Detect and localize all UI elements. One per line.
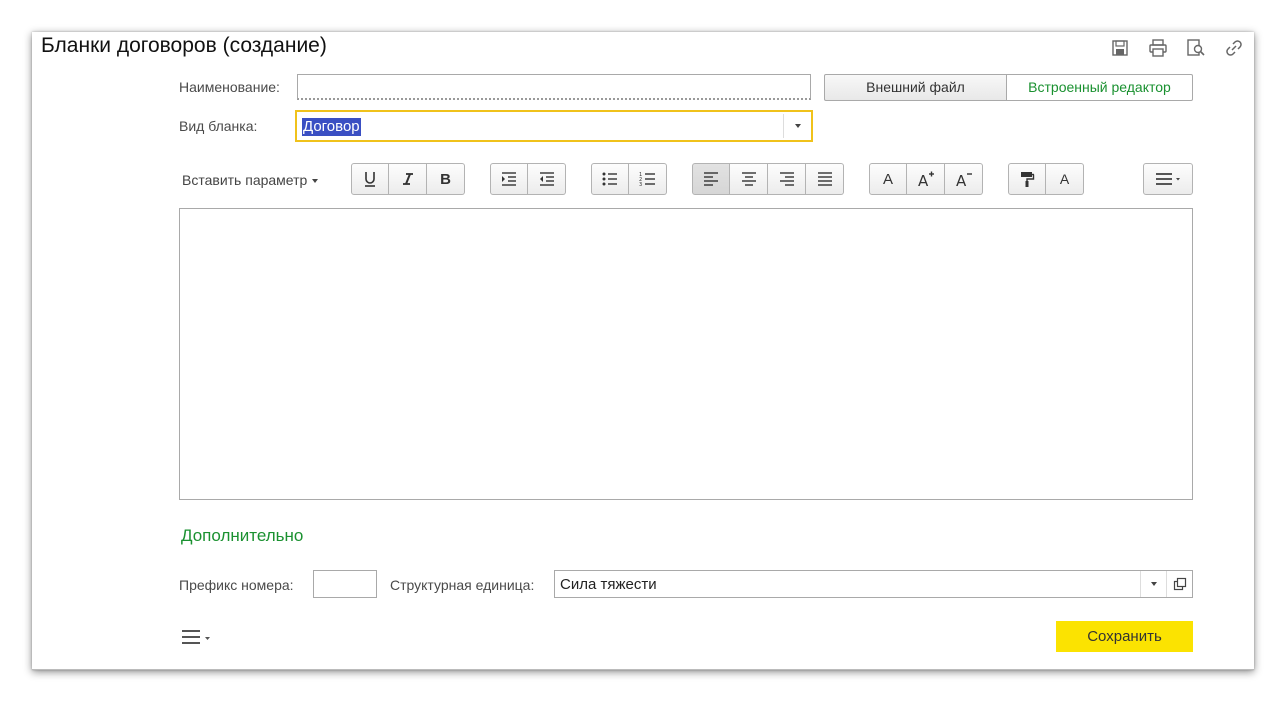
prefix-input[interactable] — [313, 570, 377, 598]
bullet-list-icon — [602, 172, 617, 186]
indent-increase-icon — [502, 172, 516, 186]
format-toolbar: Вставить параметр B 123 A A A A — [32, 163, 1254, 197]
font-increase-icon: A — [918, 171, 934, 188]
align-group — [692, 163, 844, 195]
italic-button[interactable] — [389, 163, 427, 195]
hamburger-menu-icon — [1156, 173, 1180, 185]
insert-parameter-menu[interactable]: Вставить параметр — [182, 172, 319, 188]
open-window-icon — [1173, 577, 1186, 591]
indent-decrease-icon — [539, 172, 554, 186]
print-icon[interactable] — [1148, 38, 1168, 58]
window-title: Бланки договоров (создание) — [41, 34, 327, 57]
window-actions — [1110, 38, 1244, 58]
increase-indent-button[interactable] — [490, 163, 528, 195]
link-icon[interactable] — [1224, 38, 1244, 58]
chevron-down-icon — [312, 179, 319, 184]
italic-icon — [402, 173, 413, 185]
font-icon: A — [882, 170, 893, 188]
font-decrease-button[interactable]: A — [945, 163, 983, 195]
name-input[interactable] — [297, 74, 811, 100]
svg-text:3: 3 — [639, 182, 642, 187]
color-group: A — [1008, 163, 1084, 195]
kind-select[interactable]: Договор — [295, 110, 813, 142]
indent-group — [490, 163, 566, 195]
name-label: Наименование: — [179, 79, 280, 95]
font-button[interactable]: A — [869, 163, 907, 195]
align-center-icon — [741, 172, 756, 186]
paint-roller-icon — [1021, 172, 1035, 187]
chevron-down-icon — [794, 124, 801, 128]
align-right-button[interactable] — [768, 163, 806, 195]
external-file-button[interactable]: Внешний файл — [824, 74, 1007, 101]
insert-parameter-label: Вставить параметр — [182, 172, 308, 188]
text-color-icon: A — [1059, 171, 1070, 187]
list-group: 123 — [591, 163, 667, 195]
preview-icon[interactable] — [1186, 38, 1206, 58]
align-justify-icon — [817, 172, 832, 186]
unit-dropdown-button[interactable] — [1140, 571, 1166, 597]
align-justify-button[interactable] — [806, 163, 844, 195]
align-right-icon — [779, 172, 794, 186]
font-increase-button[interactable]: A — [907, 163, 945, 195]
kind-label: Вид бланка: — [179, 118, 258, 134]
font-size-group: A A A — [869, 163, 983, 195]
prefix-label: Префикс номера: — [179, 577, 294, 593]
form-more-menu[interactable] — [181, 628, 215, 646]
hamburger-menu-icon — [182, 630, 210, 644]
unit-open-button[interactable] — [1166, 571, 1192, 597]
numbered-list-button[interactable]: 123 — [629, 163, 667, 195]
svg-text:A: A — [918, 172, 929, 188]
font-decrease-icon: A — [956, 172, 972, 188]
text-style-group: B — [351, 163, 465, 195]
text-color-button[interactable]: A — [1046, 163, 1084, 195]
more-format-button[interactable] — [1143, 163, 1193, 195]
html-editor-area[interactable] — [179, 208, 1193, 500]
additional-section-title[interactable]: Дополнительно — [181, 526, 303, 546]
kind-dropdown-button[interactable] — [783, 114, 811, 138]
save-button[interactable]: Сохранить — [1056, 621, 1193, 652]
form-window: Бланки договоров (создание) Наименование… — [32, 32, 1254, 670]
chevron-down-icon — [1150, 582, 1157, 586]
numbered-list-icon: 123 — [639, 172, 655, 187]
background-color-button[interactable] — [1008, 163, 1046, 195]
bullet-list-button[interactable] — [591, 163, 629, 195]
more-format-group — [1143, 163, 1193, 195]
builtin-editor-button[interactable]: Встроенный редактор — [1007, 74, 1193, 101]
save-icon[interactable] — [1110, 38, 1130, 58]
underline-icon — [365, 172, 375, 187]
kind-value: Договор — [302, 118, 361, 136]
align-left-button[interactable] — [692, 163, 730, 195]
decrease-indent-button[interactable] — [528, 163, 566, 195]
unit-label: Структурная единица: — [390, 577, 535, 593]
editor-mode-switch: Внешний файл Встроенный редактор — [824, 74, 1193, 101]
unit-value: Сила тяжести — [560, 576, 657, 593]
bold-button[interactable]: B — [427, 163, 465, 195]
align-center-button[interactable] — [730, 163, 768, 195]
unit-select[interactable]: Сила тяжести — [554, 570, 1193, 598]
bold-label: B — [440, 170, 451, 188]
svg-text:A: A — [956, 172, 967, 188]
underline-button[interactable] — [351, 163, 389, 195]
align-left-icon — [704, 172, 718, 186]
